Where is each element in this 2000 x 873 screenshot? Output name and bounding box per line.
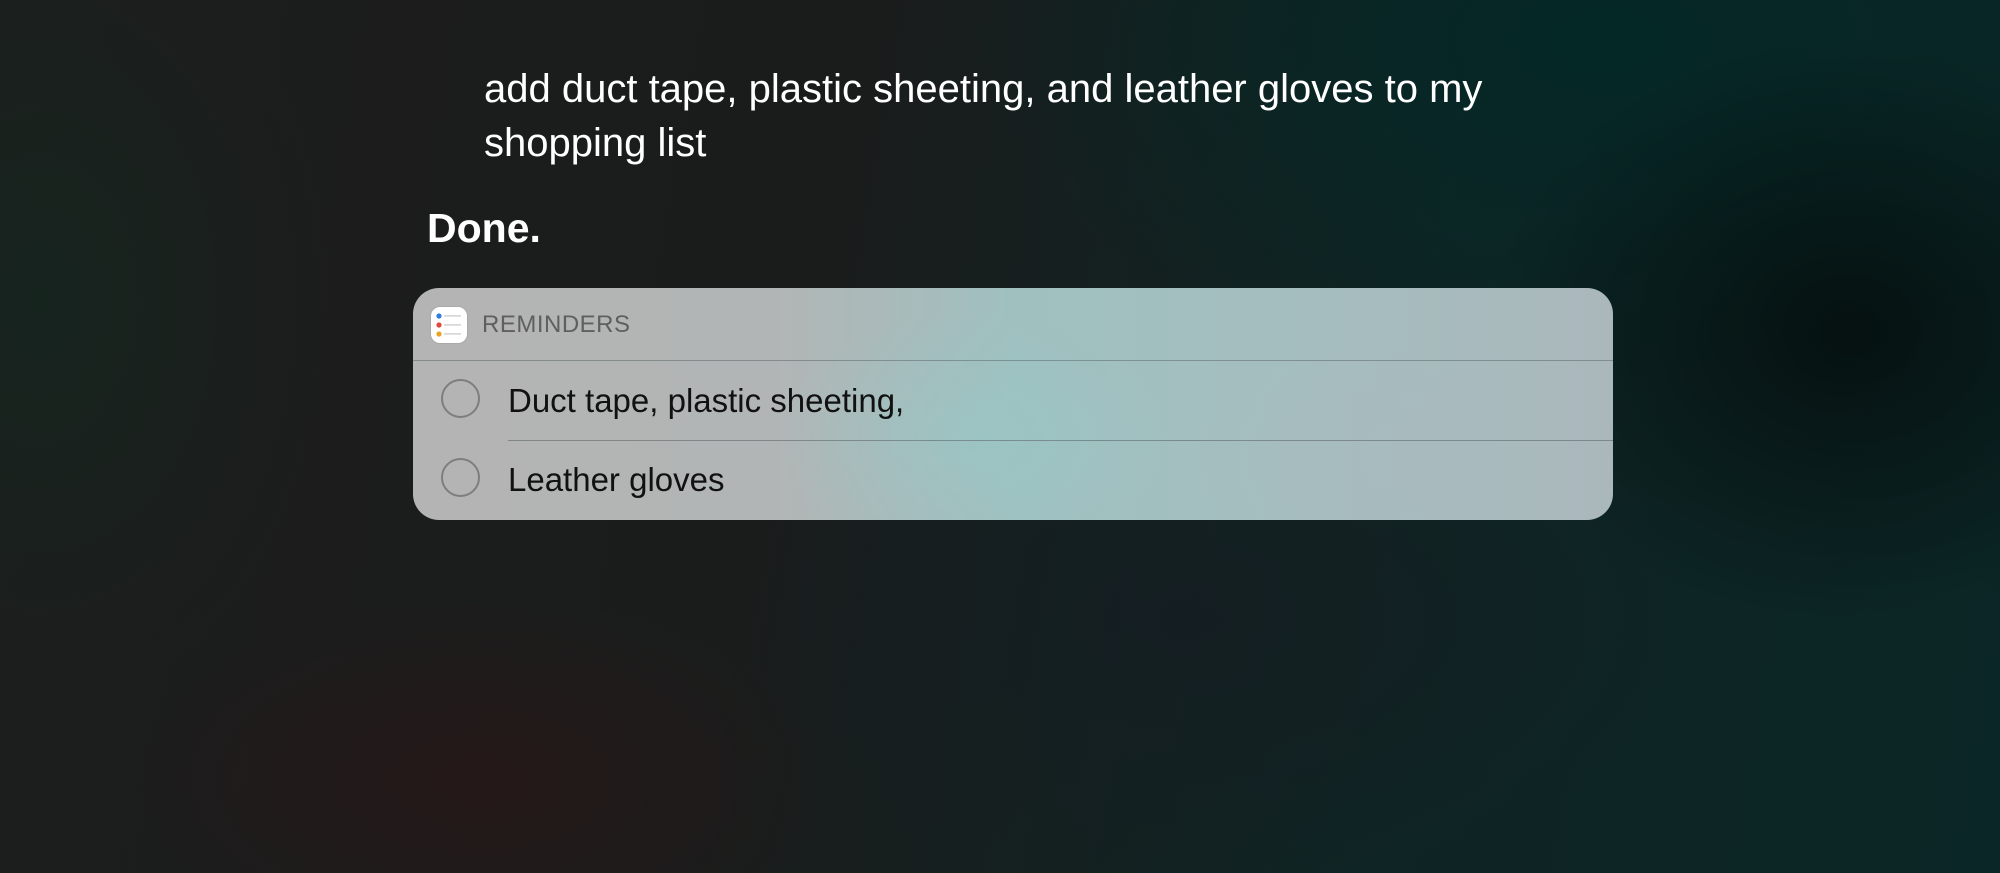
reminder-item-label: Duct tape, plastic sheeting,	[508, 382, 905, 419]
siri-response-text: Done.	[427, 205, 541, 251]
siri-query-text: add duct tape, plastic sheeting, and lea…	[484, 67, 1483, 165]
reminder-checkbox[interactable]	[441, 458, 480, 497]
reminder-item-label: Leather gloves	[508, 461, 725, 498]
card-header: REMINDERS	[413, 288, 1613, 361]
card-app-name: REMINDERS	[482, 311, 631, 338]
reminder-item[interactable]: Leather gloves	[413, 440, 1613, 519]
reminders-icon	[431, 307, 467, 343]
reminder-item[interactable]: Duct tape, plastic sheeting,	[413, 361, 1613, 440]
reminders-card[interactable]: REMINDERS Duct tape, plastic sheeting, L…	[413, 288, 1613, 520]
reminder-checkbox[interactable]	[441, 379, 480, 418]
